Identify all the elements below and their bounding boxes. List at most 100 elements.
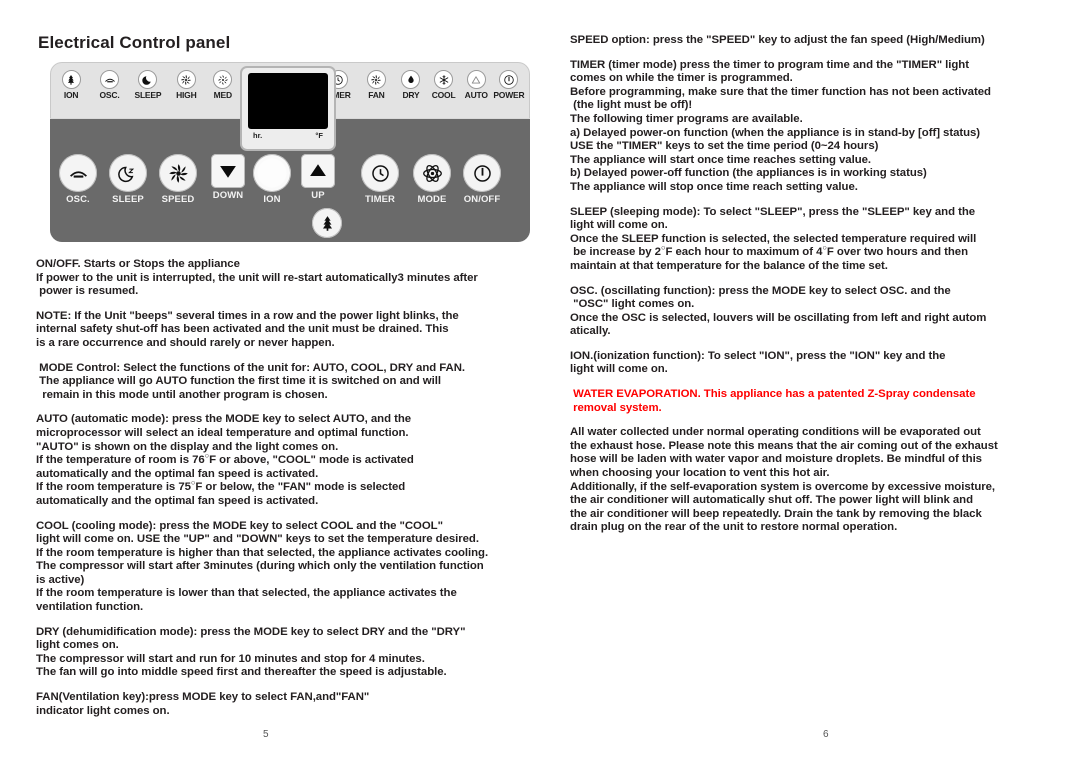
right-column: SPEED option: press the "SPEED" key to a… — [566, 0, 1058, 546]
text-line: Once the OSC is selected, louvers will b… — [570, 311, 987, 324]
snowflake-icon — [434, 70, 454, 89]
triangle-outline-icon — [466, 70, 486, 89]
fan-high-icon — [176, 70, 196, 89]
text-line: OSC. (oscillating function): press the M… — [570, 284, 951, 297]
dry-mode-section: DRY (dehumidification mode): press the M… — [36, 626, 544, 680]
indicator-osc: OSC. — [90, 70, 130, 100]
text-line: If the room temperature is 75○F or below… — [36, 478, 406, 494]
text-line: SPEED option: press the "SPEED" key to a… — [570, 34, 985, 46]
text-line: The fan will go into middle speed first … — [36, 666, 447, 679]
droplet-icon — [401, 70, 421, 89]
text-line: ION.(ionization function): To select "IO… — [570, 349, 946, 362]
left-body-text: ON/OFF. Starts or Stops the appliance If … — [36, 258, 544, 718]
text-line: comes on while the timer is programmed. — [570, 72, 793, 85]
text-line: DRY (dehumidification mode): press the M… — [36, 625, 466, 638]
tree-icon — [61, 70, 81, 89]
button-label: UP — [311, 190, 325, 201]
text-line: All water collected under normal operati… — [570, 426, 981, 439]
indicator-high: HIGH — [166, 70, 206, 100]
indicator-label: ION — [63, 90, 79, 100]
triangle-down-icon — [211, 154, 245, 188]
button-speed[interactable]: SPEED — [150, 154, 206, 205]
left-column: Electrical Control panel ION OSC. SLEEP HIG… — [32, 0, 544, 729]
text-line: hose will be laden with water vapor and … — [570, 453, 982, 466]
text-line: light will come on. — [570, 219, 668, 232]
fan-blade-icon — [159, 154, 197, 192]
power-icon — [499, 70, 519, 89]
text-line: If the room temperature is higher than t… — [36, 546, 489, 559]
moon-icon — [138, 70, 158, 89]
text-line: power is resumed. — [36, 285, 139, 298]
page-number-left: 5 — [263, 729, 269, 740]
text-line: ON/OFF. Starts or Stops the appliance — [36, 258, 240, 270]
fan-icon — [366, 70, 386, 89]
button-up[interactable]: UP — [290, 154, 346, 201]
lcd-screen — [248, 73, 328, 129]
text-line: be increase by 2○F each hour to maximum … — [570, 243, 968, 259]
text-line: when choosing your location to vent this… — [570, 467, 830, 480]
fan-med-icon — [213, 70, 233, 89]
button-sleep[interactable]: SLEEP — [100, 154, 156, 205]
button-label: SLEEP — [112, 194, 144, 205]
oscillate-icon — [59, 154, 97, 192]
speed-section: SPEED option: press the "SPEED" key to a… — [570, 34, 1058, 48]
right-body-text: SPEED option: press the "SPEED" key to a… — [570, 34, 1058, 535]
button-label: TIMER — [364, 194, 396, 205]
indicator-label: SLEEP — [134, 90, 162, 100]
text-line: Once the SLEEP function is selected, the… — [570, 232, 977, 245]
text-line: internal safety shut-off has been activa… — [36, 323, 449, 336]
clock-icon — [361, 154, 399, 192]
note-section: NOTE: If the Unit "beeps" several times … — [36, 310, 544, 351]
text-line: If power to the unit is interrupted, the… — [36, 271, 478, 284]
text-line: The compressor will start and run for 10… — [36, 652, 425, 665]
atom-icon — [413, 154, 451, 192]
power-icon — [463, 154, 501, 192]
lcd-display: hr. °F — [240, 66, 336, 151]
text-line: microprocessor will select an ideal temp… — [36, 426, 409, 439]
oscillate-icon — [100, 70, 120, 89]
text-line: (the light must be off)! — [570, 99, 693, 112]
text-line: The appliance will go AUTO function the … — [36, 375, 441, 388]
lcd-temp-unit: °F — [315, 131, 323, 140]
tree-icon — [312, 208, 342, 238]
water-evaporation-body: All water collected under normal operati… — [570, 426, 1058, 535]
text-line: WATER EVAPORATION. This appliance has a … — [570, 388, 976, 401]
timer-section: TIMER (timer mode) press the timer to pr… — [570, 59, 1058, 195]
ion-section: ION.(ionization function): To select "IO… — [570, 350, 1058, 377]
fan-mode-section: FAN(Ventilation key):press MODE key to s… — [36, 691, 544, 718]
triangle-up-icon — [301, 154, 335, 188]
text-line: "OSC" light comes on. — [570, 298, 695, 311]
moon-sleep-icon — [109, 154, 147, 192]
button-timer[interactable]: TIMER — [352, 154, 408, 205]
text-line: maintain at that temperature for the bal… — [570, 259, 888, 272]
water-evaporation-heading: WATER EVAPORATION. This appliance has a … — [570, 388, 1058, 415]
indicator-power: POWER — [489, 70, 529, 100]
button-mode[interactable]: MODE — [404, 154, 460, 205]
text-line: removal system. — [570, 401, 662, 414]
indicator-ion: ION — [51, 70, 91, 100]
onoff-section: ON/OFF. Starts or Stops the appliance If … — [36, 258, 544, 299]
text-line: FAN(Ventilation key):press MODE key to s… — [36, 691, 370, 704]
sleep-section: SLEEP (sleeping mode): To select "SLEEP"… — [570, 206, 1058, 274]
text-line: USE the "TIMER" keys to set the time per… — [570, 140, 879, 153]
auto-mode-section: AUTO (automatic mode): press the MODE ke… — [36, 413, 544, 508]
mode-control-section: MODE Control: Select the functions of th… — [36, 362, 544, 403]
indicator-label: POWER — [493, 90, 525, 100]
text-line: automatically and the optimal fan speed … — [36, 467, 319, 480]
text-line: ventilation function. — [36, 601, 144, 614]
manual-page: Electrical Control panel ION OSC. SLEEP HIG… — [0, 0, 1080, 763]
cool-mode-section: COOL (cooling mode): press the MODE key … — [36, 520, 544, 615]
text-line: the exhaust hose. Please note this means… — [570, 439, 998, 452]
text-line: The appliance will start once time reach… — [570, 153, 872, 166]
text-line: b) Delayed power-off function (the appli… — [570, 167, 927, 180]
button-onoff[interactable]: ON/OFF — [454, 154, 510, 205]
text-line: AUTO (automatic mode): press the MODE ke… — [36, 413, 412, 426]
text-line: light will come on. USE the "UP" and "DO… — [36, 533, 479, 546]
button-osc[interactable]: OSC. — [50, 154, 106, 205]
text-line: is a rare occurrence and should rarely o… — [36, 336, 335, 349]
text-line: SLEEP (sleeping mode): To select "SLEEP"… — [570, 205, 976, 218]
ion-tree-button[interactable] — [299, 208, 355, 238]
text-line: light will come on. — [570, 363, 668, 376]
page-title: Electrical Control panel — [38, 33, 231, 52]
text-line: Additionally, if the self-evaporation sy… — [570, 480, 996, 493]
